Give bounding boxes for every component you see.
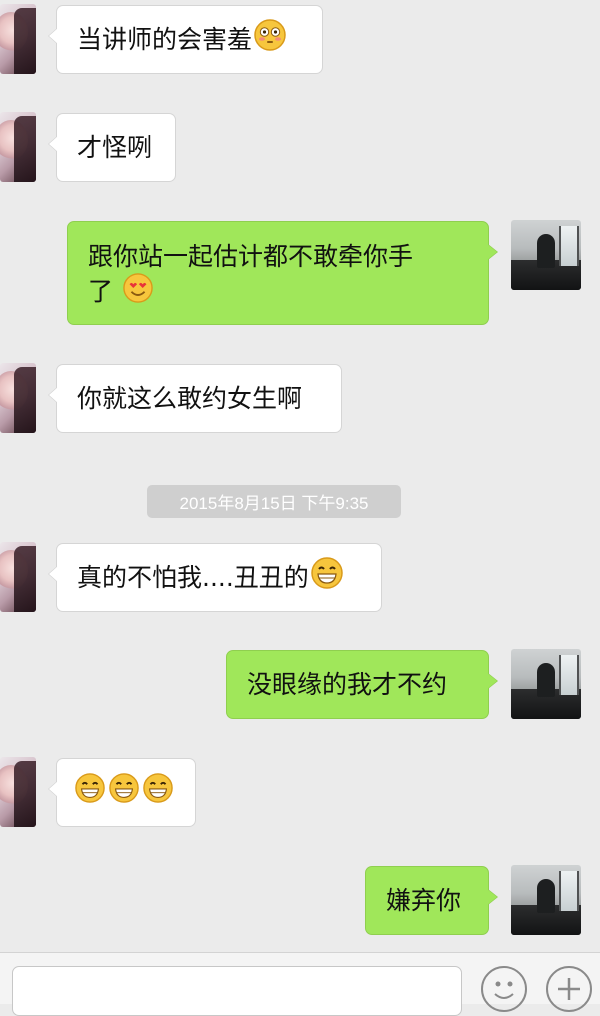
- message-text: 真的不怕我....丑丑的: [77, 562, 309, 592]
- message-bubble-incoming[interactable]: [48, 758, 196, 827]
- message-text: 才怪咧: [77, 132, 153, 162]
- message-bubble-outgoing[interactable]: 没眼缘的我才不约: [226, 650, 498, 719]
- message-bubble-outgoing[interactable]: 嫌弃你: [365, 866, 498, 935]
- message-bubble-outgoing[interactable]: 跟你站一起估计都不敢牵你手 了: [67, 221, 498, 325]
- plus-icon[interactable]: [546, 966, 592, 1012]
- heart-eyes-emoji-icon: [123, 273, 153, 312]
- grinning-face-emoji-icon: [75, 773, 105, 812]
- message-bubble-incoming[interactable]: 真的不怕我....丑丑的: [48, 543, 382, 612]
- message-bubble-incoming[interactable]: 才怪咧: [48, 113, 176, 182]
- contact-avatar[interactable]: [0, 757, 36, 827]
- grinning-face-emoji-icon: [109, 773, 139, 812]
- window-decor: [559, 655, 579, 695]
- input-bar: [0, 952, 600, 1016]
- grinning-face-emoji-icon: [143, 773, 173, 812]
- user-avatar[interactable]: [511, 649, 581, 719]
- message-text: 嫌弃你: [386, 885, 462, 915]
- contact-avatar[interactable]: [0, 363, 36, 433]
- contact-avatar[interactable]: [0, 4, 36, 74]
- timestamp-pill: 2015年8月15日 下午9:35: [147, 485, 401, 518]
- message-text-line1: 跟你站一起估计都不敢牵你手: [88, 242, 414, 271]
- message-text: 没眼缘的我才不约: [247, 669, 448, 699]
- user-avatar[interactable]: [511, 220, 581, 290]
- message-text: 你就这么敢约女生啊: [77, 383, 303, 413]
- grinning-face-emoji-icon: [311, 557, 343, 598]
- message-text-line2: 了: [88, 277, 114, 306]
- contact-avatar[interactable]: [0, 112, 36, 182]
- window-decor: [559, 871, 579, 911]
- flushed-face-emoji-icon: [254, 19, 286, 60]
- window-decor: [559, 226, 579, 266]
- contact-avatar[interactable]: [0, 542, 36, 612]
- message-bubble-incoming[interactable]: 当讲师的会害羞: [48, 5, 323, 74]
- message-text: 当讲师的会害羞: [77, 24, 253, 54]
- message-input[interactable]: [12, 966, 462, 1016]
- smiley-face-icon[interactable]: [481, 966, 527, 1012]
- message-bubble-incoming[interactable]: 你就这么敢约女生啊: [48, 364, 342, 433]
- user-avatar[interactable]: [511, 865, 581, 935]
